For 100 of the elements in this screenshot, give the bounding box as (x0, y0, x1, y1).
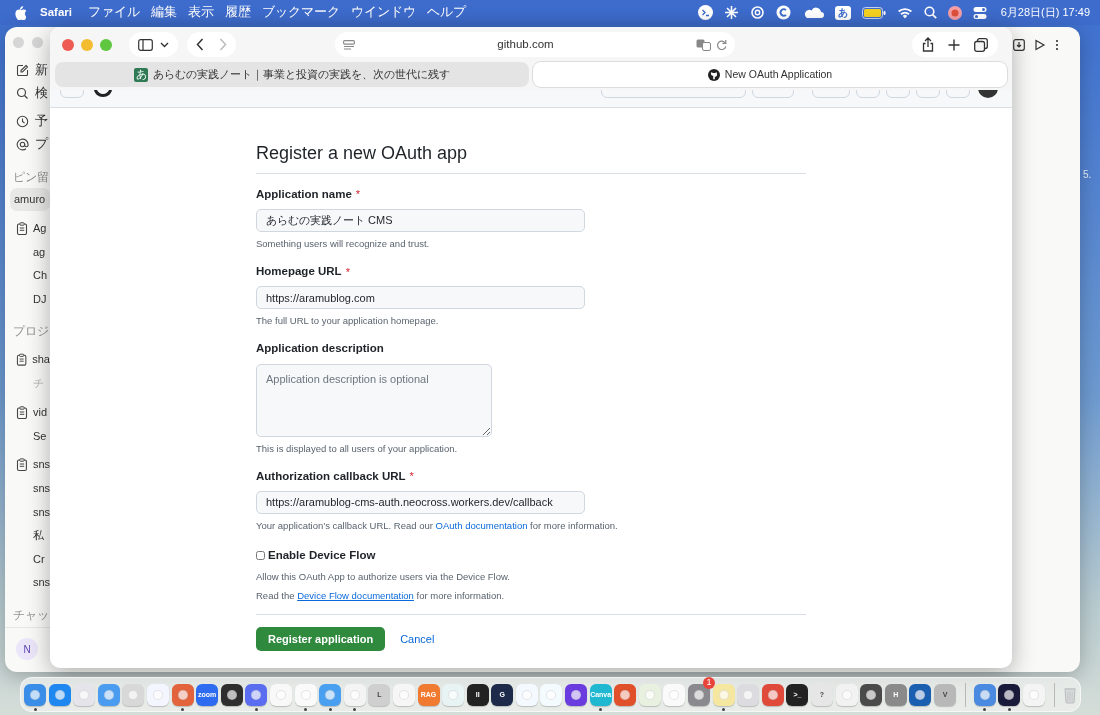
menu-item[interactable]: ブックマーク (261, 3, 340, 22)
menu-item[interactable]: 表示 (187, 3, 214, 22)
chat-item[interactable]: sns (33, 574, 51, 591)
more-icon[interactable] (1055, 39, 1059, 51)
chevron-down-icon (160, 41, 169, 48)
app-icon[interactable] (998, 683, 1021, 706)
project-item[interactable]: sha (32, 351, 50, 368)
page-title: Register a new OAuth app (256, 142, 806, 174)
field-label: Application description (256, 341, 384, 357)
browser-tab[interactable]: New OAuth Application (533, 62, 1007, 87)
search-icon[interactable] (16, 87, 29, 100)
app-menu[interactable]: Safari (40, 3, 72, 22)
docs-link[interactable]: Device Flow documentation (297, 589, 414, 601)
project-item[interactable]: sns (32, 456, 50, 473)
chat-item[interactable]: Se (33, 427, 47, 444)
back-icon[interactable] (196, 38, 204, 51)
browser-tab[interactable]: あ あらむの実践ノート｜事業と投資の実践を、次の世代に残す (55, 62, 529, 87)
sidebar-action[interactable]: 新 (35, 61, 48, 80)
new-tab-icon[interactable] (948, 38, 960, 51)
description-field[interactable]: Application description is optional (256, 363, 492, 437)
menu-item[interactable]: 編集 (150, 3, 177, 22)
clipboard-icon[interactable] (16, 405, 28, 419)
chat-item[interactable]: sns (33, 503, 51, 520)
sparkle-status-icon[interactable] (723, 5, 739, 20)
project-item[interactable]: Ag (33, 219, 47, 237)
tab-title: あらむの実践ノート｜事業と投資の実践を、次の世代に残す (153, 66, 450, 83)
apple-menu-icon[interactable] (14, 5, 26, 20)
section-heading: プロジ (13, 323, 49, 340)
search-icon[interactable] (923, 6, 937, 19)
project-item[interactable]: vid (33, 403, 48, 421)
chat-item[interactable]: ag (33, 243, 46, 260)
battery-icon[interactable] (861, 6, 886, 19)
field-hint: The full URL to your application homepage. (256, 314, 440, 329)
app-icon[interactable] (220, 683, 243, 706)
play-icon[interactable] (1034, 39, 1046, 51)
docs-link[interactable]: OAuth documentation (435, 519, 528, 531)
app-icon[interactable] (860, 683, 883, 706)
field-hint: Something users will recognize and trust. (256, 237, 431, 251)
menu-item[interactable]: ウインドウ (350, 3, 416, 22)
desktop-text: 5. (1083, 168, 1092, 182)
required-mark: * (409, 469, 414, 484)
compose-icon[interactable] (16, 64, 29, 77)
menu-item[interactable]: ファイル (87, 3, 140, 22)
clock-icon[interactable] (16, 115, 29, 128)
field-hint: This is displayed to all users of your application. (256, 441, 459, 456)
section-heading: チャッ (13, 606, 49, 624)
sidebar-action[interactable]: プ (35, 135, 48, 154)
translate-icon[interactable] (696, 38, 712, 51)
clipboard-icon[interactable] (16, 353, 28, 366)
close-button[interactable] (62, 38, 74, 51)
page-icon (343, 39, 355, 50)
register-button[interactable]: Register application (256, 626, 386, 651)
field-hint: Your application’s callback URL. Read our OAuth documentation for more information. (256, 518, 619, 533)
text-field[interactable]: https://aramublog.com (256, 286, 585, 310)
zoom-button[interactable] (100, 38, 112, 51)
control-center-icon[interactable] (972, 5, 987, 20)
menu-item[interactable]: ヘルプ (426, 3, 466, 22)
menu-bar-clock: 6月28日(日) 17:49 (1000, 5, 1090, 21)
favicon: あ (134, 67, 148, 82)
reload-icon[interactable] (716, 38, 727, 51)
chat-item[interactable]: DJ (33, 290, 47, 307)
checkbox-description: Allow this OAuth App to authorize users via the Device Flow. (256, 570, 511, 585)
download-icon[interactable] (1013, 39, 1025, 51)
tab-title: New OAuth Application (724, 66, 833, 82)
required-mark: * (355, 187, 361, 203)
text-field[interactable]: https://aramublog-cms-auth.neocross.workers.dev/callback (256, 490, 585, 514)
cancel-link[interactable]: Cancel (400, 630, 435, 647)
address-text: github.com (496, 36, 555, 52)
octocat-icon (707, 68, 720, 81)
at-sign-icon[interactable] (16, 138, 29, 151)
input-method-indicator[interactable]: あ (834, 5, 851, 20)
clipboard-icon[interactable] (16, 221, 28, 235)
text-field[interactable]: あらむの実践ノート CMS (256, 209, 585, 232)
chat-item[interactable]: sns (33, 480, 51, 497)
chat-item[interactable]: Cr (33, 550, 45, 567)
wifi-icon[interactable] (896, 6, 913, 19)
colorful-circle-icon[interactable] (947, 5, 962, 20)
logo-icon[interactable] (94, 90, 112, 98)
device-flow-checkbox[interactable] (256, 551, 265, 561)
sidebar-icon (138, 38, 153, 51)
terminal-status-icon[interactable] (697, 5, 713, 20)
device-flow-note: Read the Device Flow documentation for more information. (256, 588, 506, 603)
address-bar[interactable]: github.com (335, 32, 735, 57)
chat-item[interactable]: Ch (33, 267, 48, 284)
checkbox-label: Enable Device Flow (268, 548, 376, 563)
field-label: Homepage URL (256, 264, 342, 280)
chat-item[interactable]: 私 (33, 527, 44, 544)
field-label: Authorization callback URL (256, 468, 406, 484)
tab-overview-icon[interactable] (974, 37, 988, 52)
share-icon[interactable] (922, 37, 934, 52)
clipboard-icon[interactable] (16, 458, 28, 471)
sidebar-toggle-button[interactable] (129, 32, 178, 57)
section-heading: ピン留 (13, 168, 49, 186)
forward-icon[interactable] (219, 38, 227, 51)
required-mark: * (345, 264, 350, 280)
user-avatar[interactable]: N (16, 638, 38, 660)
circle-c-status-icon[interactable] (775, 5, 791, 20)
sidebar-action[interactable]: 予 (35, 112, 48, 131)
sidebar-action[interactable]: 検 (35, 84, 48, 103)
menu-item[interactable]: 履歴 (224, 3, 251, 22)
